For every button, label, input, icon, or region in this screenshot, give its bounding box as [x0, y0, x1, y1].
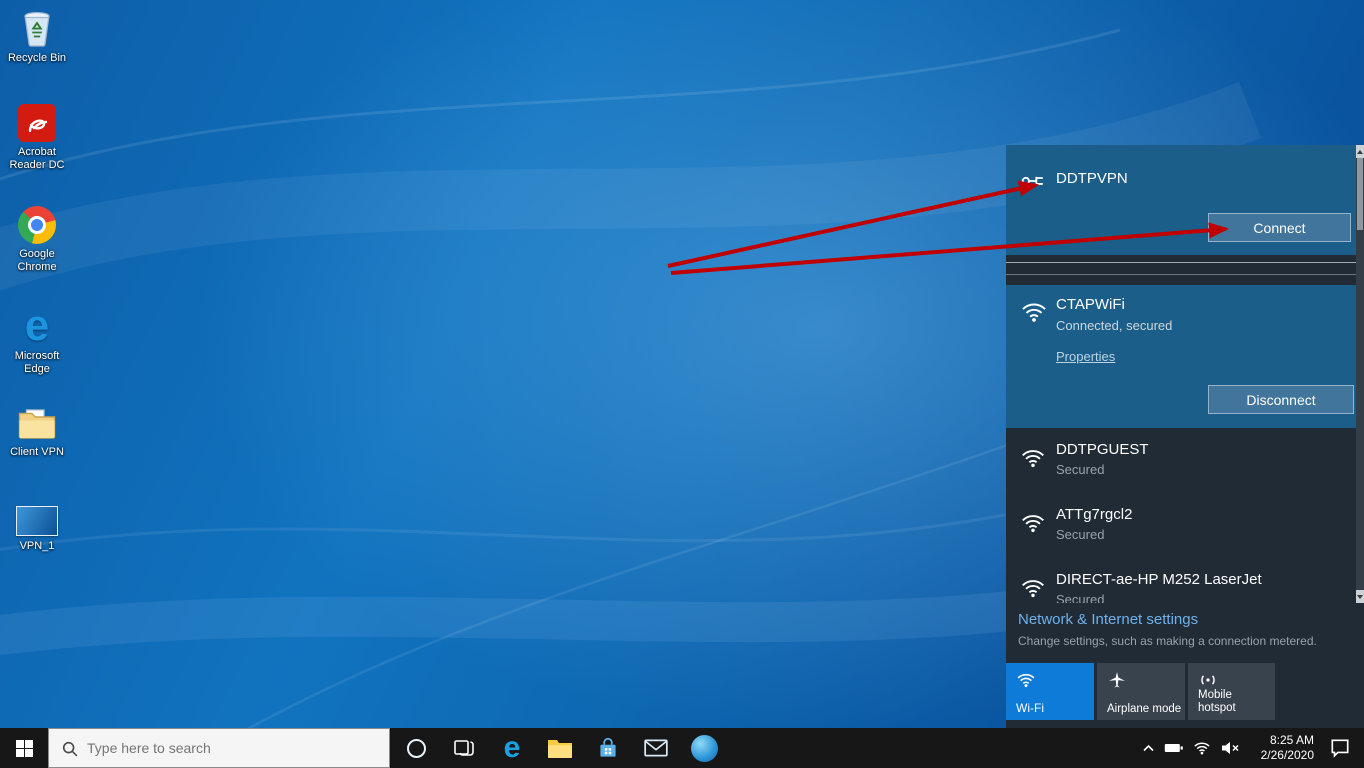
desktop-icon-label: Acrobat Reader DC — [9, 146, 65, 171]
edge-icon: e — [503, 731, 521, 764]
wifi-ssid: DIRECT-ae-HP M252 LaserJet — [1056, 571, 1262, 588]
network-flyout: DDTPVPN Connect CTAPWiFi Connected, secu… — [1006, 145, 1364, 728]
wifi-icon — [1020, 510, 1046, 541]
desktop-icon-acrobat[interactable]: Acrobat Reader DC — [2, 104, 72, 172]
wifi-status: Secured — [1056, 592, 1105, 603]
task-view-button[interactable] — [440, 728, 488, 768]
volume-status[interactable] — [1216, 728, 1244, 768]
file-explorer-icon — [548, 740, 572, 758]
browser-icon — [690, 734, 718, 762]
desktop-icon-label: Google Chrome — [17, 248, 57, 273]
wifi-status: Secured — [1056, 462, 1105, 477]
taskbar-clock[interactable]: 8:25 AM 2/26/2020 — [1252, 733, 1314, 763]
network-item-ddtpvpn[interactable]: DDTPVPN Connect — [1006, 145, 1356, 255]
connect-button[interactable]: Connect — [1208, 213, 1351, 242]
edge-icon: e — [24, 301, 50, 350]
wifi-tray-icon — [1194, 742, 1210, 755]
desktop-icon-label: Client VPN — [10, 446, 64, 458]
desktop-icon-chrome[interactable]: Google Chrome — [2, 206, 72, 274]
cortana-icon — [406, 738, 426, 758]
wifi-icon — [1020, 445, 1046, 476]
desktop-icon-label: Recycle Bin — [7, 52, 67, 64]
wifi-icon — [1016, 670, 1036, 695]
store-button[interactable] — [584, 728, 632, 768]
wifi-status: Secured — [1056, 527, 1105, 542]
wifi-ssid: ATTg7rgcl2 — [1056, 506, 1133, 523]
volume-muted-icon — [1222, 742, 1239, 754]
search-input[interactable] — [87, 729, 382, 767]
airplane-mode-tile[interactable]: Airplane mode — [1097, 663, 1185, 720]
acrobat-reader-icon — [18, 104, 56, 142]
disconnect-button-label: Disconnect — [1246, 391, 1316, 408]
system-tray: 8:25 AM 2/26/2020 — [1136, 728, 1358, 768]
vpn-name: DDTPVPN — [1056, 170, 1128, 187]
chrome-icon — [18, 206, 56, 244]
desktop-icon-edge[interactable]: e Microsoft Edge — [2, 301, 72, 376]
network-settings-link[interactable]: Network & Internet settings — [1018, 611, 1198, 628]
recycle-bin-icon — [18, 6, 56, 48]
tray-overflow-button[interactable] — [1136, 728, 1160, 768]
network-item-attg7rgcl2[interactable]: ATTg7rgcl2 Secured — [1006, 500, 1356, 560]
airplane-tile-label: Airplane mode — [1107, 703, 1182, 715]
desktop-icon-vpn1[interactable]: VPN_1 — [2, 506, 72, 553]
windows-desktop: Recycle Bin Acrobat Reader DC Google Chr… — [0, 0, 1364, 768]
taskbar-search[interactable] — [48, 728, 390, 768]
taskbar: e — [0, 728, 1364, 768]
chevron-up-icon — [1142, 744, 1154, 752]
wifi-icon — [1020, 298, 1048, 331]
file-explorer-button[interactable] — [536, 728, 584, 768]
wifi-network-list: DDTPGUEST Secured ATTg7rgcl2 Secured DIR… — [1006, 428, 1356, 603]
windows-logo-icon — [15, 739, 33, 757]
task-view-icon — [454, 740, 474, 756]
airplane-icon — [1107, 670, 1127, 695]
battery-status[interactable] — [1160, 728, 1188, 768]
scrollbar[interactable] — [1356, 145, 1364, 603]
desktop-icon-recycle-bin[interactable]: Recycle Bin — [2, 6, 72, 65]
folder-icon — [16, 406, 58, 442]
action-center-icon — [1331, 739, 1349, 758]
store-icon — [600, 737, 616, 757]
network-item-ctapwifi[interactable]: CTAPWiFi Connected, secured Properties D… — [1006, 285, 1356, 428]
wifi-toggle-tile[interactable]: Wi-Fi — [1006, 663, 1094, 720]
mail-icon — [644, 739, 668, 757]
network-status[interactable] — [1188, 728, 1216, 768]
scrollbar-thumb[interactable] — [1357, 158, 1363, 230]
scroll-down-arrow[interactable] — [1356, 590, 1364, 603]
clock-date: 2/26/2020 — [1260, 748, 1314, 762]
vpn-icon — [1020, 167, 1048, 200]
mobile-hotspot-tile[interactable]: Mobile hotspot — [1188, 663, 1275, 720]
desktop-icon-label: Microsoft Edge — [14, 350, 60, 375]
image-thumbnail-icon — [16, 506, 58, 536]
wifi-status: Connected, secured — [1056, 318, 1173, 333]
desktop-icon-client-vpn[interactable]: Client VPN — [2, 406, 72, 459]
properties-link[interactable]: Properties — [1056, 349, 1115, 364]
clock-time: 8:25 AM — [1269, 733, 1314, 747]
wifi-tile-label: Wi-Fi — [1016, 701, 1044, 715]
edge-taskbar-button[interactable]: e — [488, 728, 536, 768]
separator — [1006, 274, 1356, 275]
browser-app-button[interactable] — [680, 728, 728, 768]
wifi-ssid: CTAPWiFi — [1056, 296, 1125, 313]
search-icon — [62, 741, 78, 757]
scroll-up-arrow[interactable] — [1356, 145, 1364, 158]
network-settings-hint: Change settings, such as making a connec… — [1018, 634, 1317, 648]
wifi-ssid: DDTPGUEST — [1056, 441, 1149, 458]
hotspot-tile-label: Mobile hotspot — [1198, 689, 1236, 714]
mail-button[interactable] — [632, 728, 680, 768]
network-item-direct-hp-laserjet[interactable]: DIRECT-ae-HP M252 LaserJet Secured — [1006, 565, 1356, 603]
network-item-ddtpguest[interactable]: DDTPGUEST Secured — [1006, 435, 1356, 495]
desktop-icon-label: VPN_1 — [19, 540, 55, 552]
cortana-button[interactable] — [392, 728, 440, 768]
wifi-icon — [1020, 575, 1046, 603]
connect-button-label: Connect — [1253, 219, 1306, 236]
action-center-button[interactable] — [1322, 728, 1358, 768]
disconnect-button[interactable]: Disconnect — [1208, 385, 1354, 414]
battery-icon — [1164, 744, 1183, 752]
separator — [1006, 262, 1356, 263]
start-button[interactable] — [0, 728, 48, 768]
